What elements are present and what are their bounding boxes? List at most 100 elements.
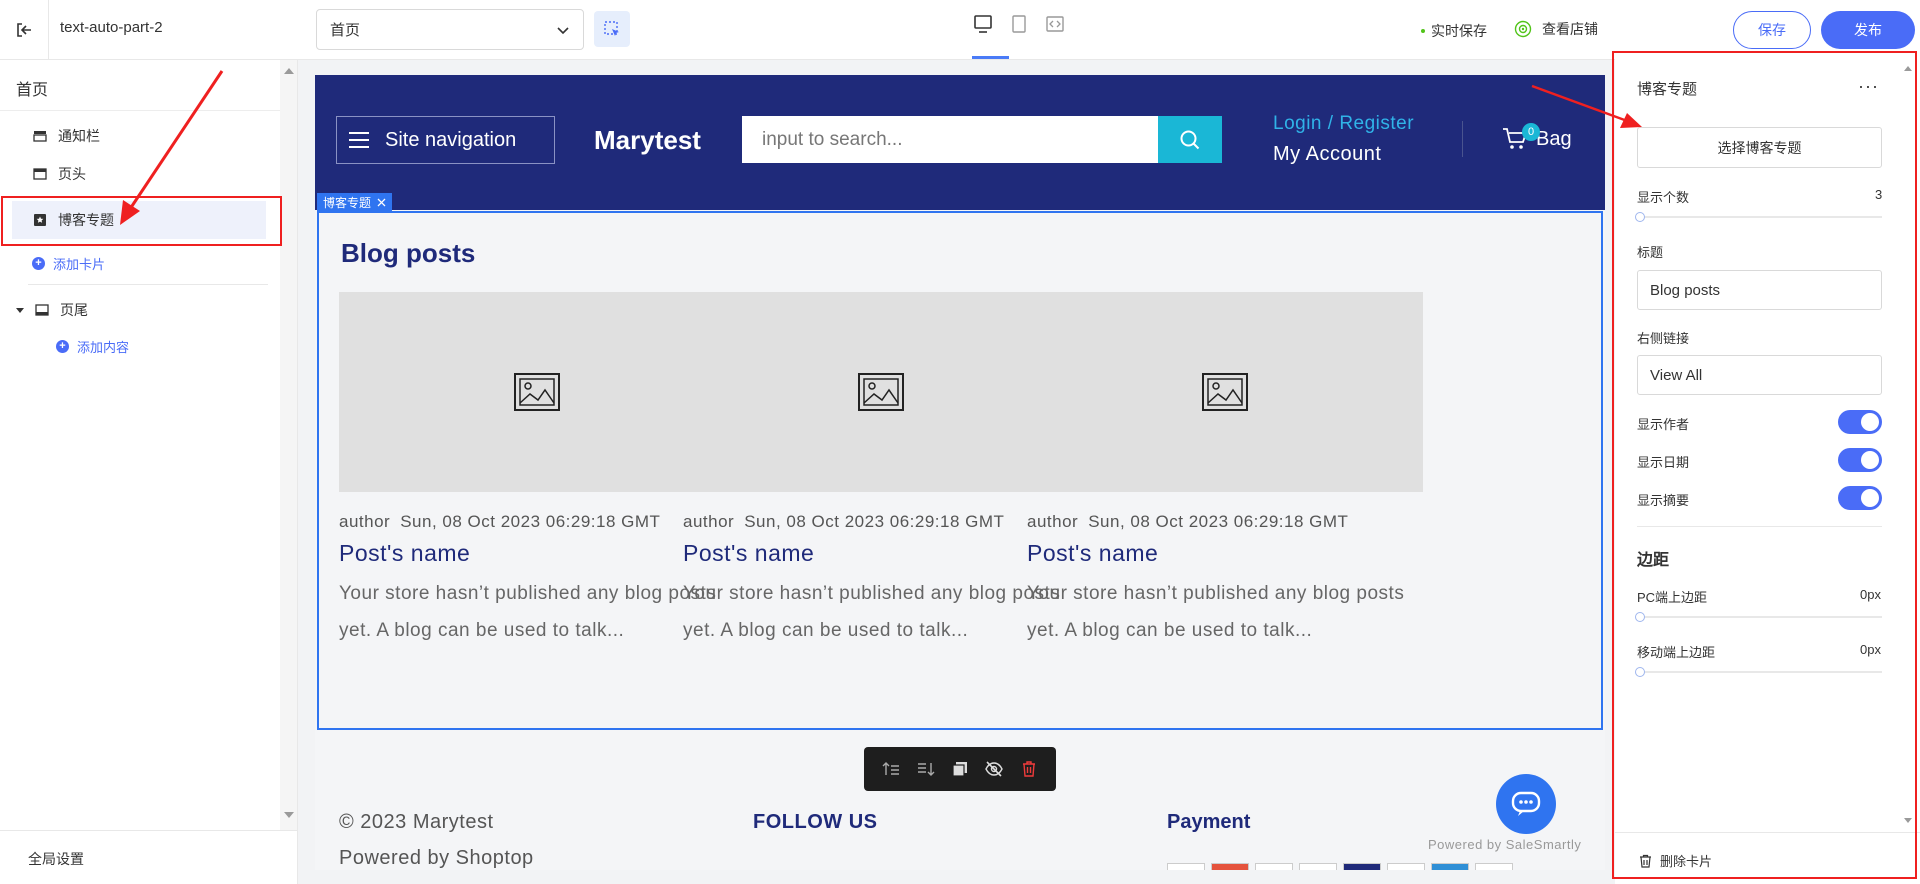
panel-scrollbar[interactable] bbox=[1900, 60, 1916, 830]
payment-card-icon bbox=[1255, 863, 1293, 870]
preview-canvas: Site navigation Marytest input to search… bbox=[315, 75, 1605, 870]
blog-post-card[interactable]: author Sun, 08 Oct 2023 06:29:18 GMT Post… bbox=[1027, 292, 1423, 649]
header-icon bbox=[32, 166, 48, 182]
show-excerpt-toggle[interactable] bbox=[1838, 486, 1882, 510]
delete-card-button[interactable]: 删除卡片 bbox=[1639, 851, 1712, 870]
payment-card-icon bbox=[1387, 863, 1425, 870]
scroll-down-arrow-icon[interactable] bbox=[1904, 818, 1912, 823]
add-card-button[interactable]: + 添加卡片 bbox=[32, 254, 105, 273]
sidebar-scrollbar[interactable] bbox=[280, 60, 297, 830]
slider-track bbox=[1637, 671, 1882, 673]
top-bar: text-auto-part-2 首页 实时保存 查看店铺 保存 发布 bbox=[0, 0, 1920, 60]
sidebar-group-footer[interactable]: 页尾 bbox=[16, 298, 88, 322]
page-select[interactable]: 首页 bbox=[316, 9, 584, 50]
desktop-icon bbox=[974, 15, 992, 33]
count-slider[interactable] bbox=[1635, 212, 1882, 222]
post-title[interactable]: Post's name bbox=[683, 540, 1079, 567]
post-excerpt: Your store hasn’t published any blog pos… bbox=[339, 583, 717, 641]
divider bbox=[1637, 526, 1882, 527]
slider-thumb[interactable] bbox=[1635, 667, 1645, 677]
delete-section-button[interactable] bbox=[1018, 758, 1040, 780]
footer-powered-by[interactable]: Powered by Shoptop bbox=[339, 847, 534, 870]
exit-button[interactable] bbox=[0, 0, 49, 59]
save-button[interactable]: 保存 bbox=[1733, 11, 1811, 49]
blog-icon bbox=[32, 212, 48, 228]
chat-icon bbox=[1511, 791, 1541, 816]
sidebar-item-blog[interactable]: 博客专题 bbox=[12, 201, 266, 239]
blog-post-card[interactable]: author Sun, 08 Oct 2023 06:29:18 GMT Post… bbox=[683, 292, 1079, 649]
title-label: 标题 bbox=[1637, 245, 1664, 260]
post-date: Sun, 08 Oct 2023 06:29:18 GMT bbox=[744, 512, 1005, 531]
view-store-label: 查看店铺 bbox=[1542, 21, 1598, 37]
post-excerpt: Your store hasn’t published any blog pos… bbox=[1027, 583, 1405, 641]
sidebar-page-title: 首页 bbox=[16, 82, 49, 99]
scroll-down-arrow-icon[interactable] bbox=[284, 812, 294, 818]
view-store-link[interactable]: 查看店铺 bbox=[1514, 19, 1598, 39]
move-down-icon bbox=[917, 763, 935, 776]
store-search-button[interactable] bbox=[1158, 116, 1222, 163]
post-title[interactable]: Post's name bbox=[1027, 540, 1423, 567]
payment-card-icon bbox=[1167, 863, 1205, 870]
store-logo[interactable]: Marytest bbox=[594, 125, 701, 156]
code-view-button[interactable] bbox=[1044, 12, 1066, 36]
title-input[interactable]: Blog posts bbox=[1637, 270, 1882, 310]
move-up-icon bbox=[882, 762, 900, 775]
sidebar-item-label: 博客专题 bbox=[58, 212, 114, 228]
scroll-up-arrow-icon[interactable] bbox=[284, 68, 294, 74]
right-link-input[interactable]: View All bbox=[1637, 355, 1882, 395]
store-search-input[interactable]: input to search... bbox=[742, 116, 1158, 163]
payment-card-icon bbox=[1211, 863, 1249, 870]
publish-button[interactable]: 发布 bbox=[1821, 11, 1915, 49]
close-icon[interactable] bbox=[377, 198, 386, 207]
tablet-view-button[interactable] bbox=[1008, 12, 1030, 36]
global-settings-button[interactable]: 全局设置 bbox=[0, 830, 298, 884]
select-cursor-icon bbox=[604, 21, 619, 36]
slider-thumb[interactable] bbox=[1635, 212, 1645, 222]
chat-powered-by: Powered by SaleSmartly bbox=[1428, 837, 1582, 852]
hide-button[interactable] bbox=[983, 758, 1005, 780]
post-title[interactable]: Post's name bbox=[339, 540, 735, 567]
add-content-button[interactable]: + 添加内容 bbox=[56, 337, 129, 356]
pc-top-spacing-value: 0px bbox=[1860, 587, 1881, 602]
caret-down-icon bbox=[16, 308, 24, 313]
sidebar-item-announcement[interactable]: 通知栏 bbox=[32, 124, 100, 148]
move-up-button[interactable] bbox=[880, 758, 902, 780]
search-icon bbox=[1180, 130, 1200, 149]
desktop-view-button[interactable] bbox=[972, 12, 994, 36]
chat-widget-button[interactable] bbox=[1496, 774, 1556, 834]
pc-top-spacing-label: PC端上边距 bbox=[1637, 590, 1708, 605]
autosave-status: 实时保存 bbox=[1421, 21, 1487, 41]
scroll-up-arrow-icon[interactable] bbox=[1904, 66, 1912, 71]
sidebar-item-header[interactable]: 页头 bbox=[32, 162, 86, 186]
show-date-toggle[interactable] bbox=[1838, 448, 1882, 472]
right-link-label: 右侧链接 bbox=[1637, 331, 1690, 346]
blog-post-card[interactable]: author Sun, 08 Oct 2023 06:29:18 GMT Post… bbox=[339, 292, 735, 649]
more-options-icon[interactable]: ··· bbox=[1858, 76, 1879, 97]
exit-icon bbox=[17, 22, 31, 37]
post-date: Sun, 08 Oct 2023 06:29:18 GMT bbox=[400, 512, 661, 531]
post-image-placeholder bbox=[683, 292, 1079, 492]
selected-section-tag[interactable]: 博客专题 bbox=[317, 193, 393, 211]
login-register-link[interactable]: Login / Register bbox=[1273, 113, 1414, 135]
bag-count-badge: 0 bbox=[1522, 123, 1540, 141]
section-sidebar: 首页 通知栏 页头 博客专题 + 添加卡片 页尾 + 添加内容 全局设置 bbox=[0, 60, 298, 884]
store-header[interactable]: Site navigation Marytest input to search… bbox=[315, 75, 1605, 210]
select-blog-topic-button[interactable]: 选择博客专题 bbox=[1637, 127, 1882, 168]
divider bbox=[1615, 832, 1920, 833]
site-navigation-button[interactable]: Site navigation bbox=[336, 116, 555, 164]
tablet-icon bbox=[1012, 15, 1026, 33]
pc-top-spacing-slider[interactable] bbox=[1635, 612, 1882, 622]
duplicate-button[interactable] bbox=[949, 758, 971, 780]
copy-icon bbox=[952, 762, 967, 777]
chevron-down-icon bbox=[557, 26, 569, 34]
post-meta: author Sun, 08 Oct 2023 06:29:18 GMT bbox=[339, 512, 735, 532]
element-select-tool[interactable] bbox=[594, 11, 630, 47]
my-account-link[interactable]: My Account bbox=[1273, 143, 1381, 166]
post-author: author bbox=[339, 512, 391, 531]
footer-copyright: © 2023 Marytest bbox=[339, 811, 494, 833]
move-down-button[interactable] bbox=[915, 758, 937, 780]
slider-thumb[interactable] bbox=[1635, 612, 1645, 622]
blog-section[interactable]: Blog posts author Sun, 08 Oct 2023 06:29:… bbox=[317, 211, 1603, 730]
show-author-toggle[interactable] bbox=[1838, 410, 1882, 434]
mobile-top-spacing-slider[interactable] bbox=[1635, 667, 1882, 677]
